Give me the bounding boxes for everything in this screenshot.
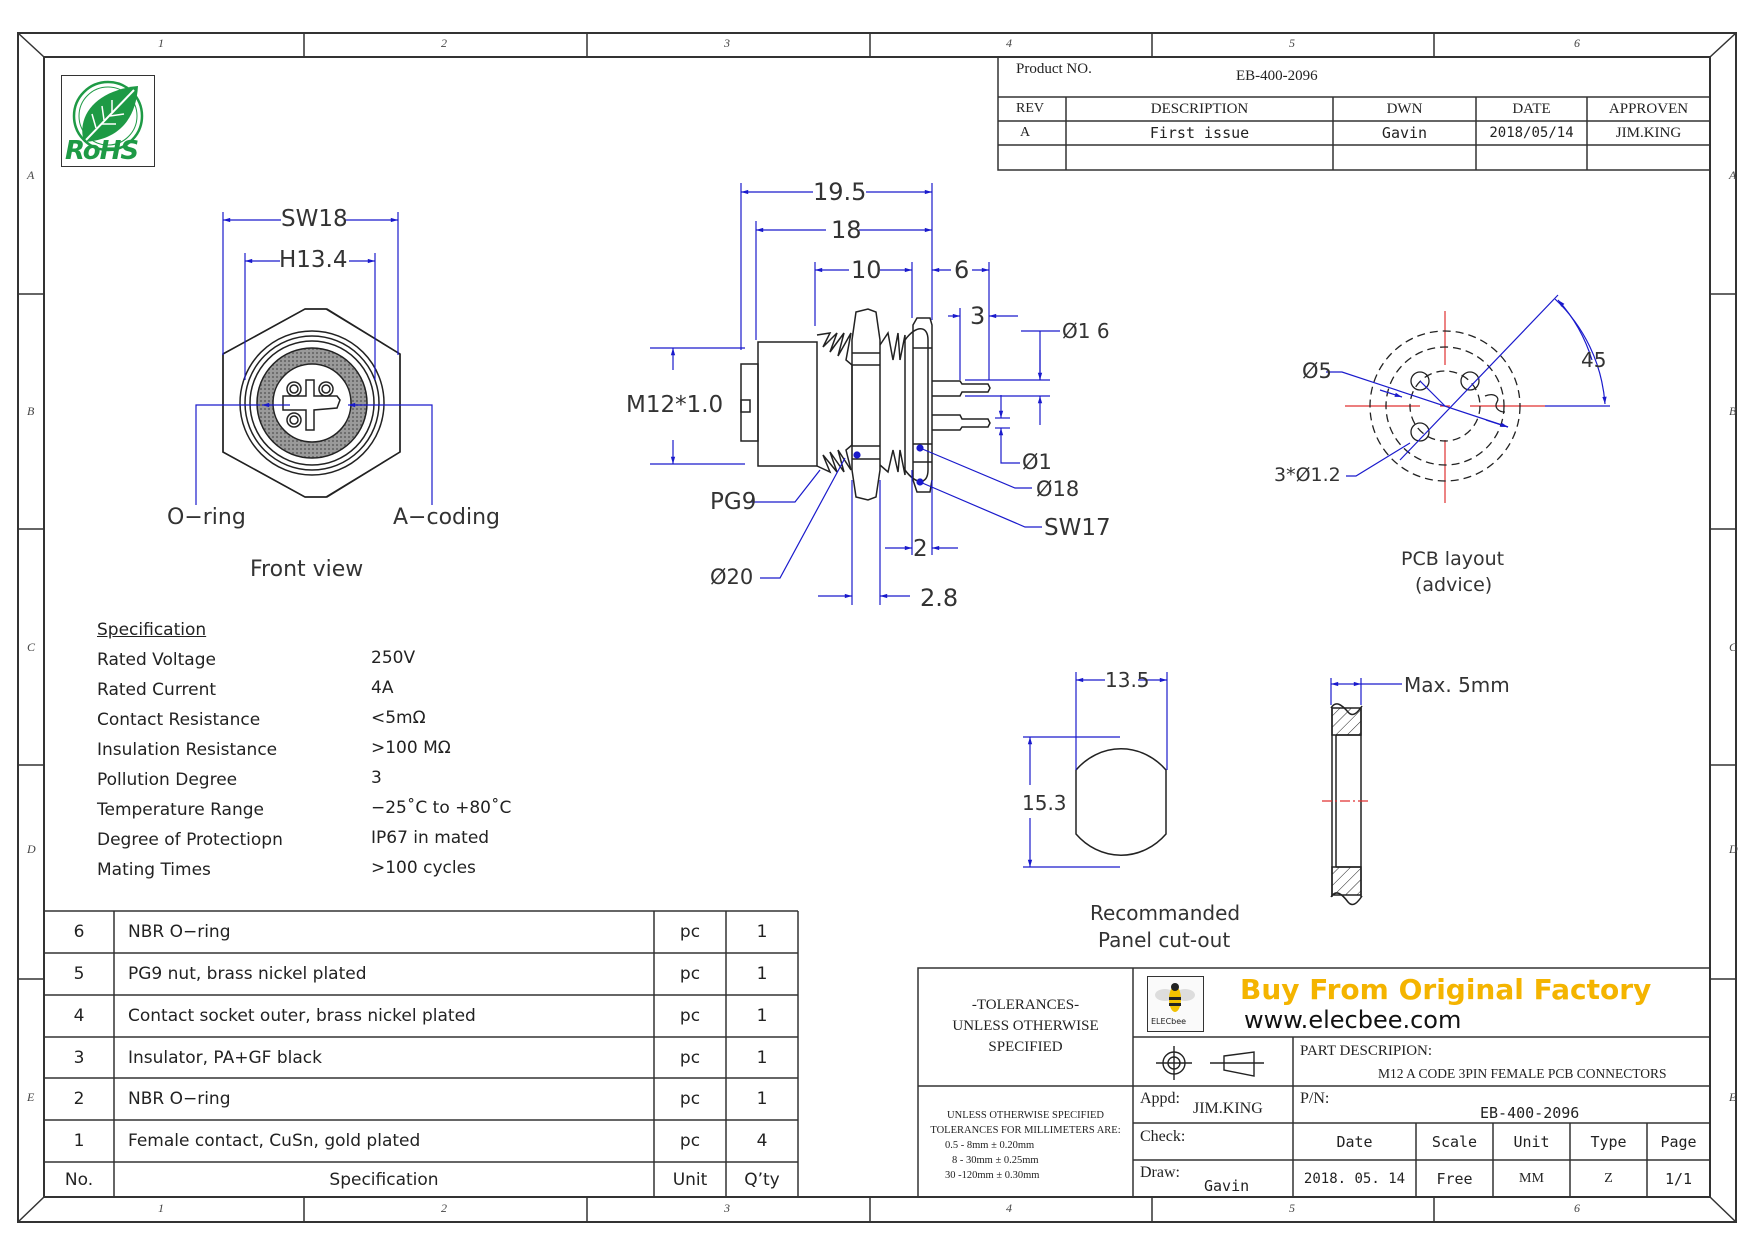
bom-header-qty: Q’ty [744, 1169, 780, 1190]
bom-no: 2 [73, 1089, 85, 1109]
appd-value: JIM.KING [1193, 1100, 1263, 1117]
bom-header-spec: Specification [329, 1169, 439, 1190]
spec-value: >100 cycles [371, 858, 476, 878]
bee-icon [1155, 983, 1195, 1012]
tolerances-title-line: SPECIFIED [988, 1039, 1063, 1055]
brand-slogan: Buy From Original Factory [1240, 973, 1652, 1006]
bom-qty: 1 [756, 964, 768, 984]
bom-unit: pc [679, 1131, 701, 1151]
tolerances-heading: -TOLERANCES- UNLESS OTHERWISE SPECIFIED [918, 995, 1133, 1058]
bom-no: 1 [73, 1131, 85, 1151]
tolerance-line: TOLERANCES FOR MILLIMETERS ARE: [930, 1125, 1121, 1136]
spec-label: Pollution Degree [97, 770, 238, 790]
spec-label: Insulation Resistance [97, 740, 278, 760]
brand-url[interactable]: www.elecbee.com [1244, 1006, 1461, 1034]
bom-spec: NBR O−ring [128, 1089, 231, 1109]
bom-unit: pc [679, 1006, 701, 1026]
info-header-date: Date [1336, 1132, 1373, 1151]
pn-value: EB-400-2096 [1480, 1104, 1580, 1122]
info-value-scale: Free [1436, 1169, 1473, 1188]
spec-label: Rated Voltage [97, 650, 216, 670]
bom-unit: pc [679, 1089, 701, 1109]
bom-no: 3 [73, 1047, 85, 1068]
part-description-label: PART DESCRIPION: [1300, 1043, 1433, 1059]
bom-unit: pc [679, 964, 701, 984]
cutout-caption-2: Panel cut-out [1098, 928, 1231, 952]
bom-qty: 1 [756, 1089, 768, 1109]
bom-qty: 1 [756, 1047, 768, 1068]
panel-dimensions [1330, 678, 1402, 705]
bom-qty: 1 [756, 1006, 768, 1026]
spec-label: Degree of Protectiopn [97, 830, 283, 850]
cutout-dim-width: 13.5 [1105, 668, 1150, 692]
bom-no: 4 [73, 1006, 85, 1026]
tolerance-line: 0.5 - 8mm ± 0.20mm [945, 1140, 1035, 1151]
pn-label: P/N: [1300, 1090, 1330, 1107]
info-value-page: 1/1 [1664, 1169, 1693, 1188]
spec-value: −25˚C to +80˚C [371, 798, 512, 818]
spec-value: 4A [371, 678, 394, 698]
bom-no: 5 [73, 964, 85, 984]
elecbee-logo-text: ELECbee [1151, 1017, 1187, 1026]
info-header-type: Type [1590, 1132, 1627, 1151]
tolerance-line: 30 -120mm ± 0.30mm [945, 1170, 1040, 1181]
bom-spec: Insulator, PA+GF black [128, 1047, 322, 1068]
appd-label: Appd: [1140, 1090, 1180, 1107]
draw-value: Gavin [1204, 1177, 1250, 1195]
spec-value: >100 MΩ [371, 738, 451, 758]
tolerance-line: UNLESS OTHERWISE SPECIFIED [947, 1110, 1104, 1121]
spec-label: Contact Resistance [97, 710, 261, 730]
spec-label: Mating Times [97, 860, 211, 880]
tolerances-title-line: UNLESS OTHERWISE [952, 1018, 1099, 1034]
cutout-dim-height: 15.3 [1022, 791, 1067, 815]
spec-value: IP67 in mated [371, 828, 490, 848]
spec-value: 3 [371, 768, 382, 788]
check-label: Check: [1140, 1128, 1186, 1145]
bom-spec: Female contact, CuSn, gold plated [128, 1131, 421, 1151]
bom-qty: 4 [756, 1131, 768, 1151]
spec-label: Rated Current [97, 680, 217, 700]
bom-unit: pc [679, 1047, 701, 1068]
cutout-shape [1075, 748, 1167, 856]
part-description-value: M12 A CODE 3PIN FEMALE PCB CONNECTORS [1378, 1066, 1667, 1081]
panel-section [1330, 703, 1363, 906]
info-value-date: 2018. 05. 14 [1303, 1170, 1406, 1187]
info-header-unit: Unit [1513, 1132, 1550, 1151]
first-angle-projection-icon [1156, 1046, 1264, 1080]
bom-header-unit: Unit [672, 1169, 708, 1190]
panel-dim-max: Max. 5mm [1404, 673, 1510, 697]
info-header-scale: Scale [1431, 1132, 1478, 1151]
bom-spec: PG9 nut, brass nickel plated [128, 964, 367, 984]
tolerance-line: 8 - 30mm ± 0.25mm [952, 1155, 1039, 1166]
spec-value: <5mΩ [371, 708, 426, 728]
bom-no: 6 [73, 922, 85, 942]
tolerances-detail: UNLESS OTHERWISE SPECIFIED TOLERANCES FO… [918, 1108, 1133, 1183]
spec-label: Temperature Range [97, 800, 264, 820]
bom-spec: NBR O−ring [128, 922, 231, 942]
tolerances-title-line: -TOLERANCES- [971, 997, 1080, 1013]
info-value-unit: MM [1519, 1170, 1544, 1186]
spec-value: 250V [371, 648, 416, 668]
specification-title: Specification [97, 620, 207, 640]
draw-label: Draw: [1140, 1164, 1180, 1181]
info-value-type: Z [1604, 1170, 1613, 1186]
bom-header-no: No. [64, 1169, 94, 1190]
cutout-dimensions [1023, 672, 1168, 868]
cutout-caption-1: Recommanded [1090, 901, 1241, 925]
bom-unit: pc [679, 922, 701, 942]
info-header-page: Page [1660, 1132, 1697, 1151]
bom-qty: 1 [756, 922, 768, 942]
elecbee-logo: ELECbee [1147, 976, 1204, 1032]
bom-spec: Contact socket outer, brass nickel plate… [128, 1006, 476, 1026]
